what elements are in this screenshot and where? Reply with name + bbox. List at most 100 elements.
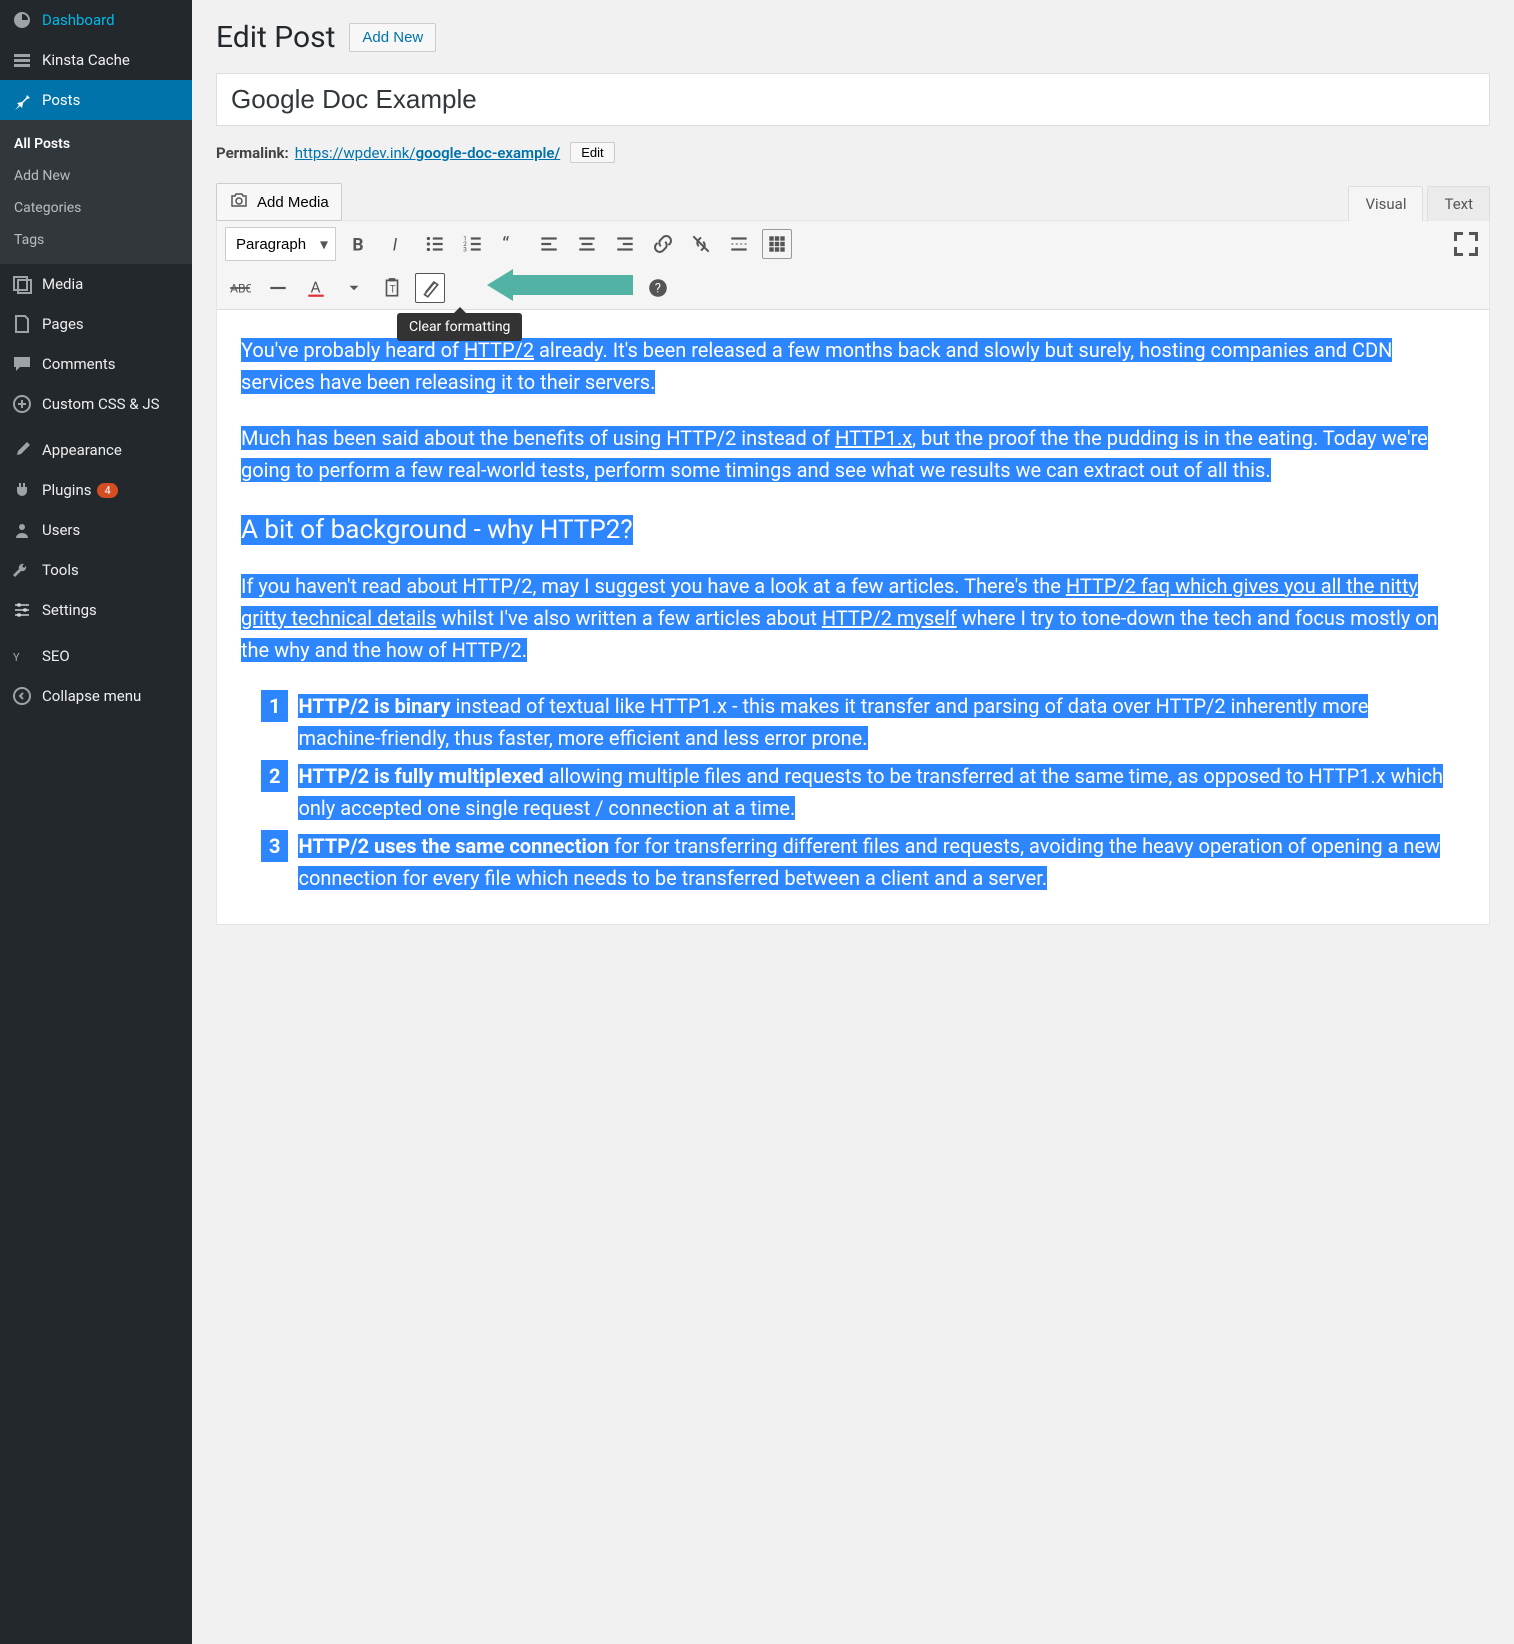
sidebar-label: Plugins xyxy=(42,481,91,499)
sidebar-label: Media xyxy=(42,275,83,293)
camera-icon xyxy=(229,190,249,214)
link-button[interactable] xyxy=(648,229,678,259)
read-more-button[interactable] xyxy=(724,229,754,259)
format-select[interactable]: Paragraph xyxy=(225,227,336,261)
undo-button[interactable] xyxy=(567,273,597,303)
unlink-button[interactable] xyxy=(686,229,716,259)
redo-button[interactable] xyxy=(605,273,635,303)
sidebar-item-pages[interactable]: Pages xyxy=(0,304,192,344)
sidebar-label: Pages xyxy=(42,315,84,333)
permalink-label: Permalink: xyxy=(216,144,289,162)
sidebar-label: Kinsta Cache xyxy=(42,51,130,69)
italic-button[interactable]: I xyxy=(382,229,412,259)
sidebar-item-comments[interactable]: Comments xyxy=(0,344,192,384)
sidebar-label: Dashboard xyxy=(42,11,115,29)
content-list: 1HTTP/2 is binary instead of textual lik… xyxy=(241,690,1449,894)
svg-text:A: A xyxy=(311,278,321,296)
tab-visual[interactable]: Visual xyxy=(1348,186,1423,221)
svg-text:B: B xyxy=(352,236,363,255)
sidebar-item-custom-css[interactable]: Custom CSS & JS xyxy=(0,384,192,424)
plug-icon xyxy=(12,480,32,500)
list-item: 2HTTP/2 is fully multiplexed allowing mu… xyxy=(261,760,1449,824)
content-link-http1x[interactable]: HTTP1.x xyxy=(835,426,912,450)
wrench-icon xyxy=(12,560,32,580)
sidebar-item-collapse[interactable]: Collapse menu xyxy=(0,676,192,716)
svg-text:“: “ xyxy=(502,233,509,255)
align-center-button[interactable] xyxy=(572,229,602,259)
sidebar-item-users[interactable]: Users xyxy=(0,510,192,550)
submenu-all-posts[interactable]: All Posts xyxy=(0,128,192,160)
content-link-http2[interactable]: HTTP/2 xyxy=(464,338,534,362)
add-media-label: Add Media xyxy=(257,194,329,211)
users-icon xyxy=(12,520,32,540)
kitchen-sink-button[interactable] xyxy=(762,229,792,259)
horizontal-rule-button[interactable] xyxy=(263,273,293,303)
page-title: Edit Post xyxy=(216,20,335,55)
post-title-input[interactable] xyxy=(216,73,1490,126)
edit-permalink-button[interactable]: Edit xyxy=(570,142,614,163)
numbered-list-button[interactable]: 123 xyxy=(458,229,488,259)
blockquote-button[interactable]: “ xyxy=(496,229,526,259)
sidebar-label: Posts xyxy=(42,91,80,109)
align-left-button[interactable] xyxy=(534,229,564,259)
pin-icon xyxy=(12,90,32,110)
sidebar-item-seo[interactable]: Y SEO xyxy=(0,636,192,676)
svg-text:?: ? xyxy=(655,281,661,296)
sidebar-label: Custom CSS & JS xyxy=(42,395,160,413)
bold-button[interactable]: B xyxy=(344,229,374,259)
text-color-dropdown[interactable] xyxy=(339,273,369,303)
text-color-button[interactable]: A xyxy=(301,273,331,303)
sliders-icon xyxy=(12,600,32,620)
svg-text:3: 3 xyxy=(463,246,467,254)
svg-text:T: T xyxy=(390,284,396,295)
sidebar-item-media[interactable]: Media xyxy=(0,264,192,304)
list-item: 1HTTP/2 is binary instead of textual lik… xyxy=(261,690,1449,754)
plus-circle-icon xyxy=(12,394,32,414)
list-item: 3 HTTP/2 uses the same connection for fo… xyxy=(261,830,1449,894)
add-media-button[interactable]: Add Media xyxy=(216,183,342,221)
sidebar-item-plugins[interactable]: Plugins 4 xyxy=(0,470,192,510)
pages-icon xyxy=(12,314,32,334)
sidebar-label: Settings xyxy=(42,601,97,619)
submenu-add-new[interactable]: Add New xyxy=(0,160,192,192)
sidebar-item-kinsta-cache[interactable]: Kinsta Cache xyxy=(0,40,192,80)
submenu-tags[interactable]: Tags xyxy=(0,224,192,256)
sidebar-label: Comments xyxy=(42,355,116,373)
strikethrough-button[interactable]: ABC xyxy=(225,273,255,303)
comments-icon xyxy=(12,354,32,374)
sidebar-label: Appearance xyxy=(42,441,122,459)
sidebar-label: Users xyxy=(42,521,80,539)
editor-content[interactable]: You've probably heard of HTTP/2 already.… xyxy=(217,310,1489,924)
posts-submenu: All Posts Add New Categories Tags xyxy=(0,120,192,264)
sidebar-item-tools[interactable]: Tools xyxy=(0,550,192,590)
sidebar-item-dashboard[interactable]: Dashboard xyxy=(0,0,192,40)
sidebar-label: Collapse menu xyxy=(42,687,141,705)
dashboard-icon xyxy=(12,10,32,30)
permalink-link[interactable]: https://wpdev.ink/google-doc-example/ xyxy=(295,144,560,162)
fullscreen-button[interactable] xyxy=(1451,229,1481,259)
paste-text-button[interactable]: T xyxy=(377,273,407,303)
align-right-button[interactable] xyxy=(610,229,640,259)
clear-formatting-button[interactable] xyxy=(415,273,445,303)
seo-icon: Y xyxy=(12,646,32,666)
svg-text:Y: Y xyxy=(13,651,20,664)
content-link-myself[interactable]: HTTP/2 myself xyxy=(822,606,957,630)
help-button[interactable]: ? xyxy=(643,273,673,303)
admin-sidebar: Dashboard Kinsta Cache Posts All Posts A… xyxy=(0,0,192,1644)
clear-formatting-tooltip: Clear formatting xyxy=(397,313,522,341)
sidebar-label: SEO xyxy=(42,647,70,665)
plugins-update-badge: 4 xyxy=(97,483,117,498)
permalink-row: Permalink: https://wpdev.ink/google-doc-… xyxy=(216,142,1490,163)
kinsta-icon xyxy=(12,50,32,70)
submenu-categories[interactable]: Categories xyxy=(0,192,192,224)
media-icon xyxy=(12,274,32,294)
sidebar-item-settings[interactable]: Settings xyxy=(0,590,192,630)
add-new-button[interactable]: Add New xyxy=(349,23,436,52)
sidebar-item-posts[interactable]: Posts xyxy=(0,80,192,120)
bullet-list-button[interactable] xyxy=(420,229,450,259)
sidebar-label: Tools xyxy=(42,561,79,579)
sidebar-item-appearance[interactable]: Appearance xyxy=(0,430,192,470)
svg-text:I: I xyxy=(393,236,398,255)
tab-text[interactable]: Text xyxy=(1427,186,1490,221)
brush-icon xyxy=(12,440,32,460)
